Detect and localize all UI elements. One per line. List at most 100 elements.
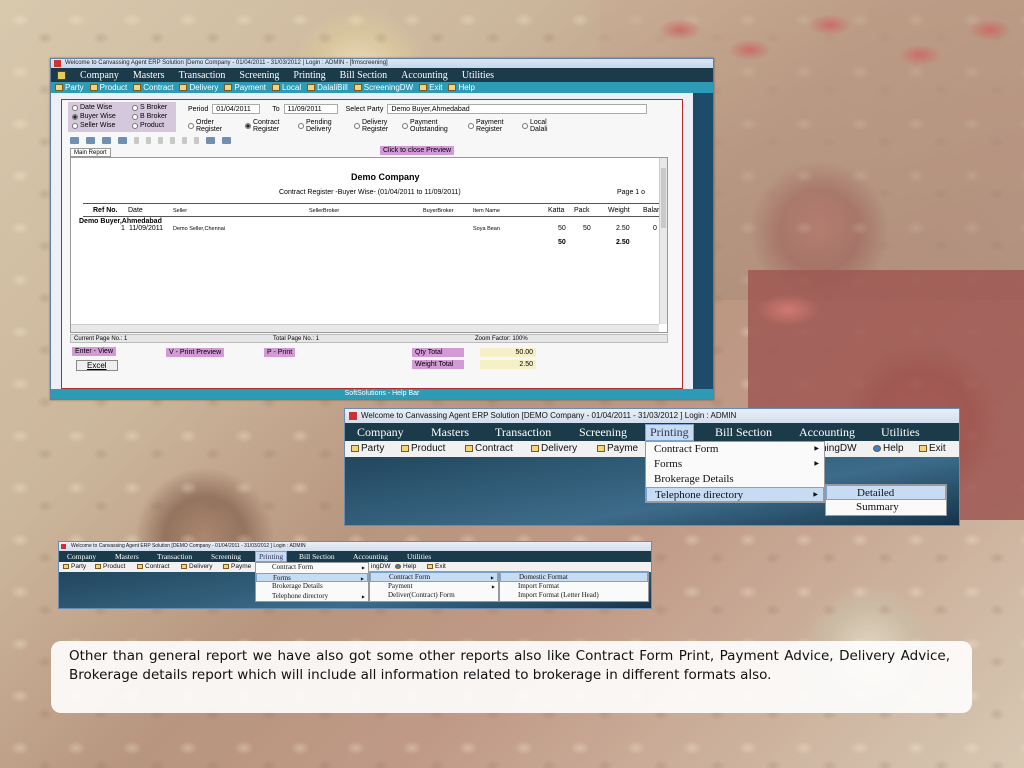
toolbar-contract[interactable]: Contract: [133, 83, 173, 92]
menu-printing[interactable]: Printing: [645, 424, 694, 441]
menu-item-contract-form[interactable]: Contract Form ▶: [370, 572, 498, 582]
radio-seller-wise[interactable]: Seller Wise: [72, 122, 115, 129]
toolbar-product[interactable]: Product: [401, 443, 445, 454]
print-icon[interactable]: [86, 137, 95, 144]
toolbar-delivery[interactable]: Delivery: [181, 563, 212, 570]
tab-main-report[interactable]: Main Report: [70, 148, 111, 157]
horizontal-scrollbar[interactable]: [71, 324, 659, 332]
menu-transaction[interactable]: Transaction: [179, 70, 226, 81]
prev-page-icon[interactable]: [146, 137, 151, 144]
toolbar-exit[interactable]: Exit: [427, 563, 446, 570]
toolbar-screeningdw[interactable]: hingDW: [821, 443, 857, 454]
select-party-input[interactable]: Demo Buyer,Ahmedabad: [387, 104, 648, 114]
export-icon[interactable]: [70, 137, 79, 144]
toolbar-party[interactable]: Party: [351, 443, 384, 454]
menu-item-contract-form[interactable]: Contract Form ▶: [646, 442, 824, 457]
first-page-icon[interactable]: [134, 137, 139, 144]
radio-product[interactable]: Product: [132, 122, 164, 129]
radio-date-wise[interactable]: Date Wise: [72, 104, 112, 111]
menu-item-brokerage-details[interactable]: Brokerage Details: [646, 472, 824, 487]
toolbar-screeningdw[interactable]: ingDW: [371, 563, 391, 570]
toolbar-delivery[interactable]: Delivery: [179, 83, 218, 92]
radio-payment-register[interactable]: Payment Register: [468, 119, 504, 133]
menu-item-forms[interactable]: Forms ▶: [646, 457, 824, 472]
radio-pending-delivery[interactable]: Pending Delivery: [298, 119, 332, 133]
toolbar-help[interactable]: Help: [395, 563, 416, 570]
toolbar-payment[interactable]: Payme: [223, 563, 251, 570]
toolbar-payment[interactable]: Payme: [597, 443, 638, 454]
menu-accounting[interactable]: Accounting: [353, 552, 388, 561]
zoom-icon[interactable]: [222, 137, 231, 144]
menu-screening[interactable]: Screening: [239, 70, 279, 81]
menu-transaction[interactable]: Transaction: [157, 552, 192, 561]
menu-item-contract-form[interactable]: Contract Form ▶: [256, 563, 368, 573]
goto-page-icon[interactable]: [182, 137, 187, 144]
toolbar-payment[interactable]: Payment: [224, 83, 266, 92]
print-preview-button[interactable]: V - Print Preview: [166, 348, 225, 357]
toolbar-dalalibill[interactable]: DalaliBill: [307, 83, 348, 92]
menu-item-import-format-letter-head[interactable]: Import Format (Letter Head): [500, 591, 648, 601]
scroll-thumb[interactable]: [661, 168, 666, 228]
menu-item-forms[interactable]: Forms ▶: [256, 572, 368, 582]
menu-screening[interactable]: Screening: [211, 552, 241, 561]
menu-company[interactable]: Company: [80, 70, 119, 81]
menu-item-deliver-contract-form[interactable]: Deliver(Contract) Form: [370, 591, 498, 601]
menu-utilities[interactable]: Utilities: [462, 70, 494, 81]
radio-b-broker[interactable]: B Broker: [132, 113, 167, 120]
menu-item-import-format[interactable]: Import Format: [500, 582, 648, 592]
menu-masters[interactable]: Masters: [115, 552, 139, 561]
menu-item-summary[interactable]: Summary: [826, 500, 946, 515]
toolbar-contract[interactable]: Contract: [137, 563, 170, 570]
tree-icon[interactable]: [118, 137, 127, 144]
period-from-input[interactable]: 01/04/2011: [212, 104, 261, 114]
refresh-icon[interactable]: [102, 137, 111, 144]
menu-item-domestic-format[interactable]: Domestic Format: [500, 572, 648, 582]
print-button[interactable]: P - Print: [264, 348, 296, 357]
radio-payment-outstanding[interactable]: Payment Outstanding: [402, 119, 448, 133]
next-page-icon[interactable]: [158, 137, 163, 144]
menu-bill-section[interactable]: Bill Section: [340, 70, 388, 81]
radio-delivery-register[interactable]: Delivery Register: [354, 119, 388, 133]
excel-button[interactable]: Excel: [76, 360, 118, 371]
radio-local-dalali[interactable]: Local Dalali: [522, 119, 548, 133]
menu-item-brokerage-details[interactable]: Brokerage Details: [256, 582, 368, 592]
toolbar-delivery[interactable]: Delivery: [531, 443, 577, 454]
radio-buyer-wise[interactable]: Buyer Wise: [72, 113, 116, 120]
vertical-scrollbar[interactable]: [659, 158, 667, 324]
toolbar-exit[interactable]: Exit: [919, 443, 946, 454]
menu-item-telephone-directory[interactable]: Telephone directory ▶: [646, 487, 824, 502]
menu-item-detailed[interactable]: Detailed: [826, 485, 946, 500]
menu-screening[interactable]: Screening: [579, 425, 627, 440]
menu-transaction[interactable]: Transaction: [495, 425, 551, 440]
toolbar-contract[interactable]: Contract: [465, 443, 513, 454]
toolbar-help[interactable]: Help: [873, 443, 904, 454]
close-preview-button[interactable]: Click to close Preview: [380, 146, 455, 155]
last-page-icon[interactable]: [170, 137, 175, 144]
search-icon[interactable]: [206, 137, 215, 144]
toolbar-party[interactable]: Party: [63, 563, 86, 570]
radio-order-register[interactable]: Order Register: [188, 119, 222, 133]
menu-company[interactable]: Company: [357, 425, 404, 440]
menu-printing[interactable]: Printing: [293, 70, 325, 81]
stop-icon[interactable]: [194, 137, 199, 144]
menu-utilities[interactable]: Utilities: [881, 425, 920, 440]
period-to-input[interactable]: 11/09/2011: [283, 104, 338, 114]
toolbar-help[interactable]: Help: [448, 83, 475, 92]
menu-masters[interactable]: Masters: [133, 70, 165, 81]
menu-utilities[interactable]: Utilities: [407, 552, 431, 561]
toolbar-party[interactable]: Party: [55, 83, 84, 92]
menu-accounting[interactable]: Accounting: [799, 425, 855, 440]
toolbar-exit[interactable]: Exit: [419, 83, 442, 92]
toolbar-product[interactable]: Product: [95, 563, 125, 570]
menu-item-telephone-directory[interactable]: Telephone directory ▶: [256, 592, 368, 602]
radio-s-broker[interactable]: S Broker: [132, 104, 167, 111]
toolbar-product[interactable]: Product: [89, 83, 127, 92]
toolbar-screeningdw[interactable]: ScreeningDW: [353, 83, 413, 92]
menu-bill-section[interactable]: Bill Section: [715, 425, 772, 440]
menu-masters[interactable]: Masters: [431, 425, 469, 440]
radio-contract-register[interactable]: Contract Register: [245, 119, 279, 133]
menu-printing[interactable]: Printing: [255, 551, 288, 562]
menu-accounting[interactable]: Accounting: [401, 70, 448, 81]
menu-bill-section[interactable]: Bill Section: [299, 552, 335, 561]
view-button[interactable]: Enter - View: [72, 347, 116, 356]
